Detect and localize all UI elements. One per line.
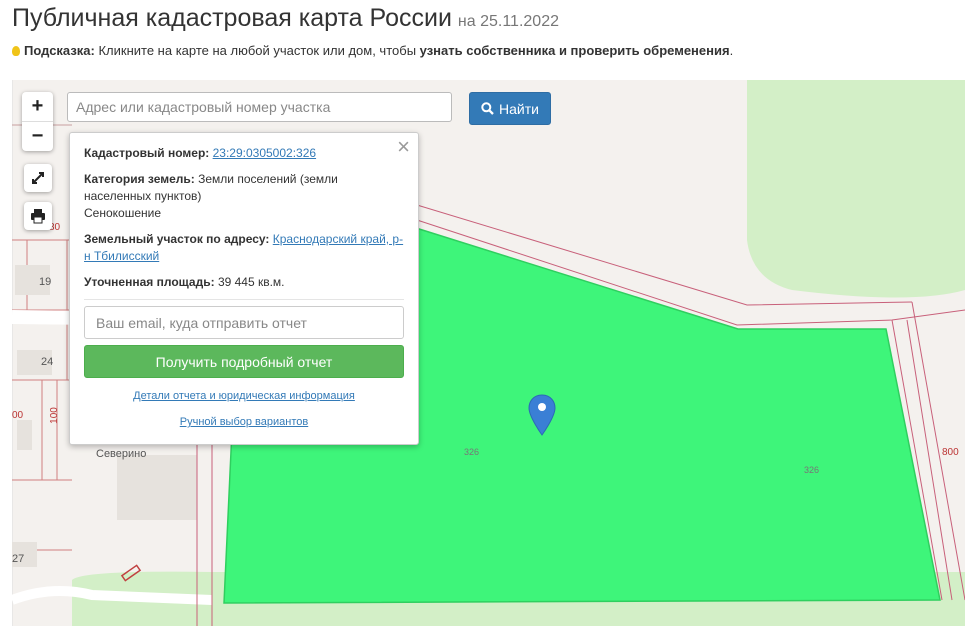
search-icon — [481, 102, 494, 115]
area-value: 39 445 кв.м. — [217, 275, 285, 289]
expand-icon — [32, 172, 44, 184]
address-label: Земельный участок по адресу: — [84, 232, 270, 246]
zoom-control: + − — [22, 92, 53, 151]
hint-bold-text: узнать собственника и проверить обремене… — [419, 43, 730, 58]
zoom-in-button[interactable]: + — [22, 92, 53, 121]
search-button[interactable]: Найти — [469, 92, 551, 125]
land-category-row: Категория земель: Земли поселений (земли… — [84, 171, 404, 222]
map-number: 100 — [48, 407, 60, 424]
map-number: 00 — [12, 410, 24, 421]
map-number: 27 — [12, 553, 25, 565]
page-title: Публичная кадастровая карта России на 25.… — [12, 4, 559, 33]
close-icon[interactable]: × — [397, 136, 410, 158]
hint-text: Кликните на карте на любой участок или д… — [94, 43, 420, 58]
land-category-label: Категория земель: — [84, 172, 195, 186]
get-report-button[interactable]: Получить подробный отчет — [84, 345, 404, 378]
parcel-info-popup: × Кадастровый номер: 23:29:0305002:326 К… — [69, 132, 419, 445]
map-number: 19 — [39, 276, 52, 288]
zoom-out-button[interactable]: − — [22, 121, 53, 151]
cadastral-number-row: Кадастровый номер: 23:29:0305002:326 — [84, 145, 404, 162]
address-row: Земельный участок по адресу: Краснодарск… — [84, 231, 404, 265]
hint-suffix: . — [729, 43, 734, 58]
map-number: 800 — [942, 447, 959, 458]
cadastral-map[interactable]: 80 19 24 00 100 27 326 326 800 Северино … — [12, 80, 965, 626]
hint-prefix: Подсказка: — [24, 43, 95, 58]
details-link-wrap: Детали отчета и юридическая информация — [84, 390, 404, 402]
map-number: 326 — [464, 447, 480, 457]
manual-link-wrap: Ручной выбор вариантов — [84, 416, 404, 428]
map-number: 326 — [804, 465, 820, 475]
popup-divider — [84, 299, 404, 300]
search-input[interactable] — [67, 92, 452, 122]
page-date: на 25.11.2022 — [457, 13, 559, 30]
hint-bar: Подсказка: Кликните на карте на любой уч… — [12, 43, 733, 58]
area-row: Уточненная площадь: 39 445 кв.м. — [84, 274, 404, 291]
email-field[interactable] — [84, 306, 404, 339]
print-button[interactable] — [24, 202, 52, 230]
cadastral-number-label: Кадастровый номер: — [84, 146, 210, 160]
manual-selection-link[interactable]: Ручной выбор вариантов — [180, 416, 308, 428]
report-details-link[interactable]: Детали отчета и юридическая информация — [133, 390, 355, 402]
map-place-label: Северино — [96, 448, 147, 460]
cadastral-number-link[interactable]: 23:29:0305002:326 — [213, 146, 316, 160]
fullscreen-button[interactable] — [24, 164, 52, 192]
search-button-label: Найти — [499, 100, 539, 117]
lightbulb-icon — [12, 46, 20, 56]
print-icon — [31, 209, 45, 224]
green-area-top-right — [747, 80, 965, 298]
land-use-value: Сенокошение — [84, 206, 162, 220]
page-title-text: Публичная кадастровая карта России — [12, 4, 452, 32]
area-label: Уточненная площадь: — [84, 275, 215, 289]
map-number: 24 — [41, 356, 54, 368]
